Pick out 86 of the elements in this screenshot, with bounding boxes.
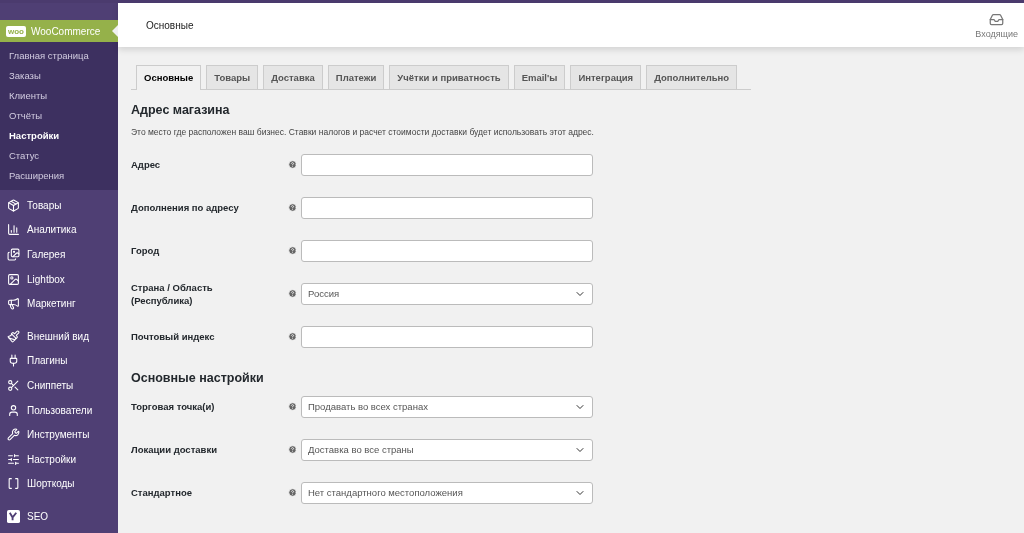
inbox-icon — [989, 11, 1005, 27]
sidebar-item[interactable]: Аналитика — [0, 217, 118, 243]
menu-icon — [7, 223, 20, 237]
sidebar-item[interactable]: Внешний вид — [0, 323, 118, 349]
field-label: Торговая точка(и) — [131, 400, 216, 413]
section-heading: Адрес магазина — [131, 103, 231, 117]
sidebar-label: Товары — [27, 199, 62, 211]
select-field[interactable]: Продавать во всех странах — [301, 395, 593, 418]
sidebar-label: Lightbox — [27, 273, 65, 285]
sidebar-label: WooCommerce — [31, 25, 101, 37]
page-title: Основные — [146, 19, 194, 31]
help-icon[interactable] — [288, 289, 297, 298]
field-label: Почтовый индекс — [131, 330, 216, 343]
select-field[interactable]: Россия — [301, 282, 593, 305]
text-field[interactable] — [301, 239, 593, 262]
field-label: Адрес — [131, 158, 162, 171]
text-field[interactable] — [301, 196, 593, 219]
help-icon[interactable] — [288, 402, 297, 411]
help-icon[interactable] — [288, 445, 297, 454]
field-label: Стандартное — [131, 486, 193, 499]
sidebar-item[interactable]: Пользователи — [0, 397, 118, 423]
help-icon[interactable] — [288, 488, 297, 497]
tab[interactable]: Платежи — [327, 65, 385, 89]
menu-icon — [7, 329, 20, 343]
help-icon[interactable] — [288, 203, 297, 212]
sidebar-item[interactable]: Сниппеты — [0, 373, 118, 398]
menu-icon — [7, 198, 20, 212]
sidebar-label: Пользователи — [27, 404, 93, 416]
field-label: Локации доставки — [131, 443, 219, 456]
submenu-item[interactable]: Отчёты — [0, 106, 118, 126]
sidebar-item[interactable]: Инструменты — [0, 422, 118, 447]
sidebar-item[interactable]: Шорткоды — [0, 471, 118, 497]
tab[interactable]: Дополнительно — [646, 65, 738, 89]
sidebar-label: Инструменты — [27, 429, 90, 441]
sidebar-item[interactable]: Товары — [0, 193, 118, 218]
menu-icon — [7, 272, 20, 286]
tab[interactable]: Основные — [136, 65, 202, 90]
field-label: Страна / Область (Республика) — [131, 280, 214, 307]
sidebar-item[interactable]: Плагины — [0, 348, 118, 374]
field-label: Дополнения по адресу — [131, 201, 240, 214]
woo-logo-icon: woo — [6, 25, 26, 37]
menu-icon — [7, 403, 20, 417]
sidebar-label: Маркетинг — [27, 298, 76, 310]
tab[interactable]: Доставка — [263, 65, 323, 89]
select-field[interactable]: Нет стандартного местоположения — [301, 481, 593, 504]
menu-icon — [7, 248, 20, 261]
tab[interactable]: Интеграция — [570, 65, 642, 89]
select-field[interactable]: Доставка во все страны — [301, 438, 593, 461]
sidebar-label: Галерея — [27, 249, 66, 260]
sidebar-label: SEO — [27, 510, 49, 522]
menu-icon — [7, 428, 20, 442]
tab[interactable]: Email'ы — [513, 65, 566, 89]
text-field[interactable] — [301, 325, 593, 348]
submenu-item[interactable]: Клиенты — [0, 86, 118, 106]
sidebar-item[interactable]: Галерея — [0, 242, 118, 267]
submenu-item[interactable]: Настройки — [0, 126, 118, 146]
field-label: Город — [131, 244, 161, 257]
submenu-item[interactable]: Заказы — [0, 66, 118, 86]
seo-icon — [7, 509, 20, 523]
sidebar-item[interactable]: Настройки — [0, 446, 118, 472]
help-icon[interactable] — [288, 160, 297, 169]
sidebar-label: Аналитика — [27, 224, 77, 236]
menu-icon — [7, 378, 20, 392]
menu-icon — [7, 452, 20, 466]
sidebar-label: Плагины — [27, 355, 68, 367]
menu-icon — [7, 477, 20, 491]
sidebar-item[interactable]: Lightbox — [0, 266, 118, 292]
help-icon[interactable] — [288, 246, 297, 255]
inbox-button[interactable]: Входящие — [975, 11, 1018, 39]
submenu-item[interactable]: Статус — [0, 146, 118, 166]
section-heading: Основные настройки — [131, 371, 265, 385]
menu-icon — [7, 354, 20, 368]
sidebar-item[interactable]: Маркетинг — [0, 291, 118, 316]
menu-icon — [7, 297, 20, 311]
submenu-item[interactable]: Расширения — [0, 166, 118, 186]
tab[interactable]: Товары — [206, 65, 259, 89]
help-icon[interactable] — [288, 332, 297, 341]
text-field[interactable] — [301, 153, 593, 176]
section-description: Это место где расположен ваш бизнес. Ставки налогов и расчет стоимости доставки будет использовать этот адрес. — [131, 127, 595, 137]
tab[interactable]: Учётки и приватность — [389, 65, 509, 89]
submenu-item[interactable]: Главная страница — [0, 46, 118, 66]
sidebar-item[interactable]: SEO — [0, 504, 118, 529]
sidebar-label: Внешний вид — [27, 330, 89, 342]
sidebar-label: Шорткоды — [27, 478, 75, 490]
sidebar-label: Сниппеты — [27, 379, 74, 391]
sidebar-label: Настройки — [27, 453, 77, 465]
